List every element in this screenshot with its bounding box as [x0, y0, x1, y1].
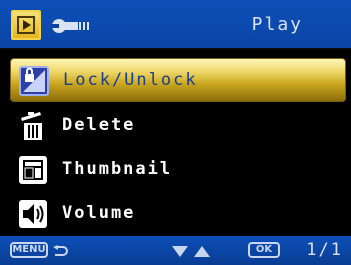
play-menu: Lock/Unlock Delete Thumbnail Volume: [0, 50, 351, 235]
ok-button[interactable]: OK: [248, 242, 280, 258]
wrench-icon[interactable]: [52, 16, 92, 36]
back-icon[interactable]: [52, 245, 68, 256]
speaker-icon: [19, 200, 47, 228]
menu-item-label: Lock/Unlock: [63, 70, 198, 90]
lock-icon: [19, 66, 49, 96]
up-down-arrows-icon[interactable]: [170, 244, 212, 258]
thumbnail-icon: [19, 156, 47, 184]
menu-item-lock-unlock[interactable]: Lock/Unlock: [10, 58, 346, 102]
menu-item-label: Delete: [62, 115, 136, 135]
menu-item-delete[interactable]: Delete: [0, 104, 351, 148]
trash-icon: [21, 112, 42, 140]
menu-button[interactable]: MENU: [10, 242, 48, 258]
menu-item-label: Volume: [62, 203, 136, 223]
camera-screen: Play Lock/Unlock Delete Thumbnail Volume…: [0, 0, 351, 265]
play-tab-icon[interactable]: [11, 10, 41, 40]
menu-item-thumbnail[interactable]: Thumbnail: [0, 148, 351, 192]
page-indicator: 1/1: [306, 240, 343, 260]
menu-item-label: Thumbnail: [62, 159, 173, 179]
footer-bar: MENU OK 1/1: [0, 236, 351, 265]
header-bar: Play: [0, 0, 351, 50]
page-title: Play: [251, 14, 303, 35]
play-icon: [17, 16, 35, 34]
menu-item-volume[interactable]: Volume: [0, 192, 351, 236]
